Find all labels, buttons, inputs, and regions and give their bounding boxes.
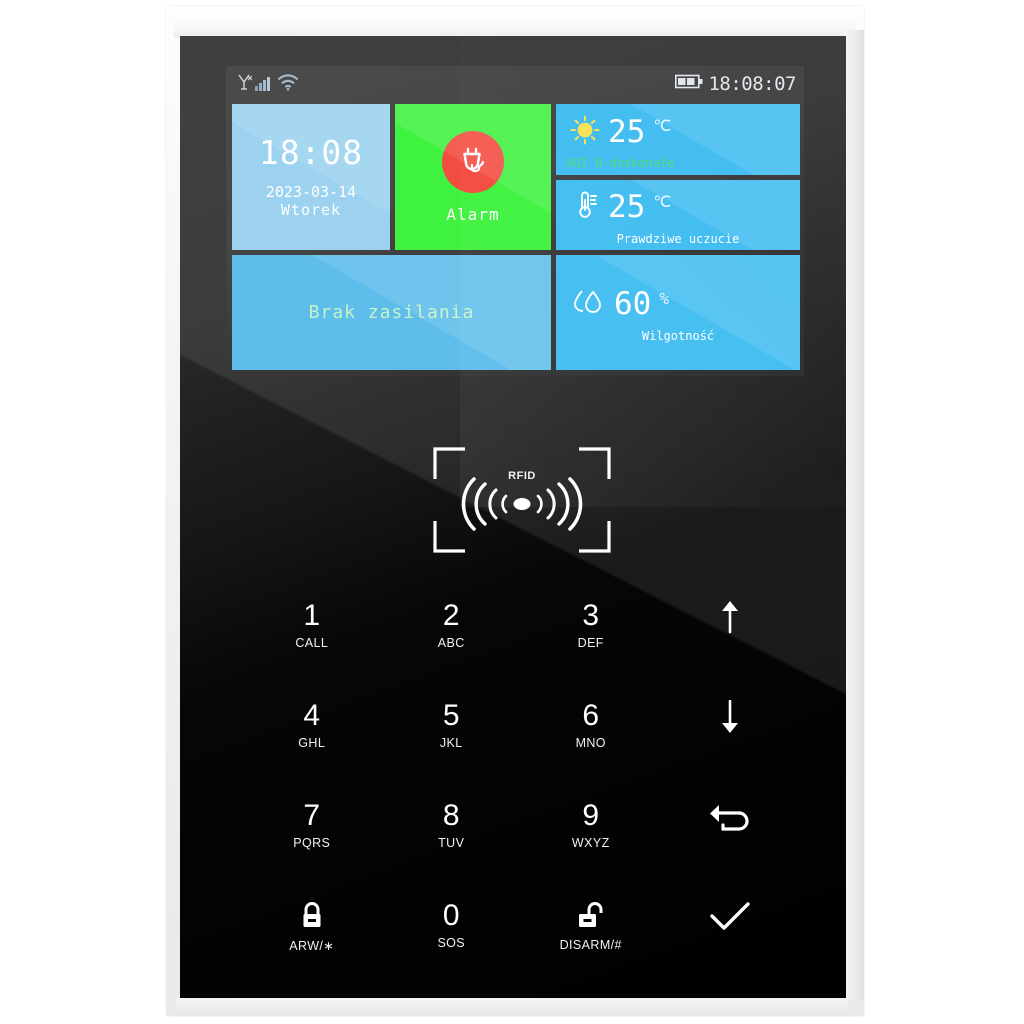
clock-weekday: Wtorek [280,201,342,220]
key-0-label: SOS [437,936,466,950]
humidity-label: Wilgotność [641,328,715,343]
alarm-status-badge [442,130,504,193]
tile-air-quality[interactable]: 25 ℃ AQI 0-doskonałe [556,104,800,175]
sun-icon [570,115,600,150]
key-2-digit: 2 [442,599,460,632]
clock-date: 2023-03-14 [265,183,357,202]
key-confirm[interactable] [661,901,801,955]
air-temperature-value: 25 [608,113,646,150]
key-2-label: ABC [437,636,465,650]
key-9-digit: 9 [582,799,600,832]
key-8[interactable]: 8 TUV [382,801,522,855]
keypad: 1 CALL 2 ABC 3 DEF 4 GHL 5 JKL 6 MNO 7 P… [242,601,800,955]
key-6[interactable]: 6 MNO [521,701,661,755]
power-status-text: Brak zasilania [308,302,475,323]
key-5[interactable]: 5 JKL [382,701,522,755]
arrow-down-icon [717,700,743,733]
key-1-label: CALL [295,636,329,650]
wifi-icon [277,73,299,96]
tile-grid: 18:08 2023-03-14 Wtorek Alarm 25 ℃ AQI 0… [226,102,804,376]
arrow-up-icon [717,601,743,634]
lcd-display: 18:08:07 18:08 2023-03-14 Wtorek Alarm 2… [226,66,804,376]
key-7[interactable]: 7 PQRS [242,801,382,855]
rfid-waves-icon [433,447,611,553]
key-5-digit: 5 [442,699,460,732]
key-arm[interactable]: ARW/∗ [242,901,382,955]
key-arrow-up[interactable] [661,601,801,655]
key-4[interactable]: 4 GHL [242,701,382,755]
key-3-label: DEF [577,636,604,650]
key-8-digit: 8 [442,799,460,832]
weather-column: 25 ℃ AQI 0-doskonałe 25 ℃ Prawdziwe uczu… [556,104,800,250]
tile-power-status[interactable]: Brak zasilania [232,255,551,370]
back-arrow-icon [709,801,751,833]
key-4-digit: 4 [303,699,321,732]
housing-right-face [844,30,864,1000]
key-6-label: MNO [575,736,606,750]
key-7-digit: 7 [303,799,321,832]
feels-like-unit: ℃ [653,191,672,211]
key-0[interactable]: 0 SOS [382,901,522,955]
key-2[interactable]: 2 ABC [382,601,522,655]
signal-bars-icon [255,75,274,96]
key-arm-label: ARW/∗ [289,939,335,953]
key-arrow-down[interactable] [661,700,801,755]
feels-like-value: 25 [608,189,646,225]
air-quality-label: AQI 0-doskonałe [566,156,675,170]
status-bar-time: 18:08:07 [708,73,796,95]
key-1-digit: 1 [303,599,321,632]
alarm-status-label: Alarm [446,204,500,224]
key-disarm-label: DISARM/# [559,938,622,952]
key-8-label: TUV [438,836,465,850]
tile-clock[interactable]: 18:08 2023-03-14 Wtorek [232,104,390,250]
key-back[interactable] [661,801,801,855]
key-3-digit: 3 [582,599,600,632]
key-7-label: PQRS [293,836,331,850]
tile-feels-like[interactable]: 25 ℃ Prawdziwe uczucie [556,179,800,250]
key-4-label: GHL [298,736,326,750]
key-9-label: WXYZ [571,836,610,850]
key-1[interactable]: 1 CALL [242,601,382,655]
rfid-reader-area[interactable]: RFID [432,446,612,554]
humidity-unit: % [659,288,669,308]
screenshot-root: 18:08:07 18:08 2023-03-14 Wtorek Alarm 2… [0,0,1024,1024]
device-housing: 18:08:07 18:08 2023-03-14 Wtorek Alarm 2… [166,6,864,1016]
key-disarm[interactable]: DISARM/# [521,901,661,955]
checkmark-icon [709,901,751,933]
key-3[interactable]: 3 DEF [521,601,661,655]
lock-closed-icon [297,901,327,933]
feels-like-label: Prawdziwe uczucie [616,231,740,246]
housing-top-face [174,12,856,38]
status-bar: 18:08:07 [226,66,804,102]
key-6-digit: 6 [582,699,600,732]
key-9[interactable]: 9 WXYZ [521,801,661,855]
lock-open-icon [575,901,607,933]
battery-icon [675,74,703,94]
rfid-label: RFID [508,470,536,482]
tile-alarm-status[interactable]: Alarm [395,104,551,250]
front-glass-panel: 18:08:07 18:08 2023-03-14 Wtorek Alarm 2… [180,36,846,998]
thermometer-icon [570,189,600,226]
tile-humidity[interactable]: 60 % Wilgotność [556,255,800,370]
key-5-label: JKL [439,736,463,750]
water-drops-icon [570,287,606,322]
power-plug-icon [455,141,491,182]
air-temperature-unit: ℃ [653,116,672,135]
housing-bottom-face [176,998,848,1016]
clock-time: 18:08 [258,132,364,172]
key-0-digit: 0 [442,899,460,932]
antenna-no-signal-icon [236,73,253,96]
tile-gloss [232,104,390,250]
humidity-value: 60 [614,286,652,322]
